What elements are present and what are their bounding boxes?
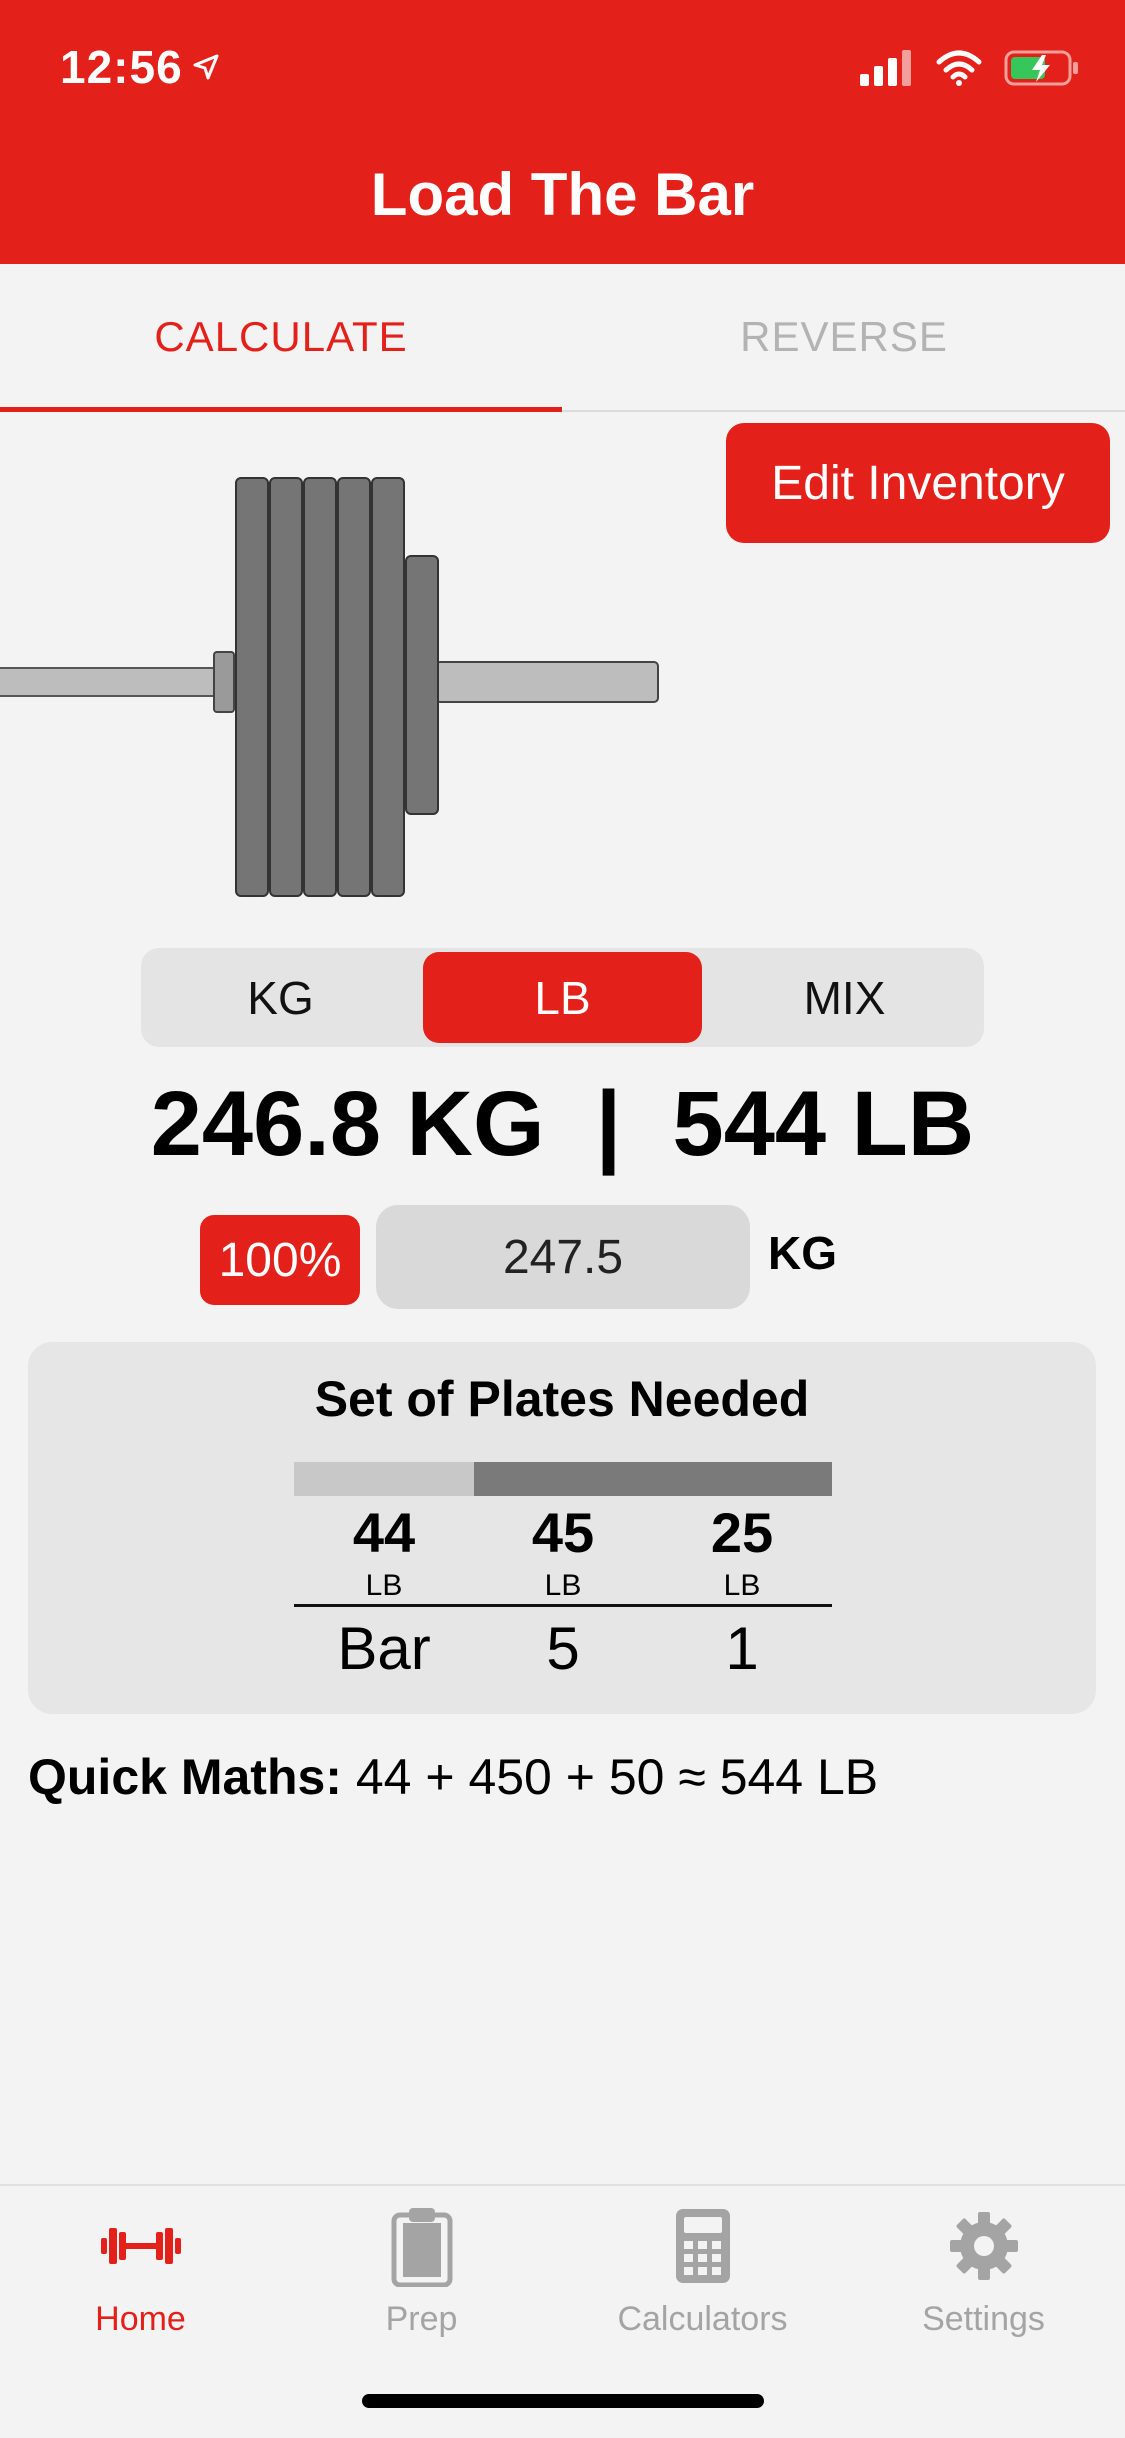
tab-calculate[interactable]: CALCULATE <box>0 264 562 410</box>
plate-weight: 45 <box>531 1501 595 1564</box>
tabbar-label: Prep <box>385 2300 458 2338</box>
status-time-text: 12:56 <box>60 41 183 93</box>
plates-card-title: Set of Plates Needed <box>314 1371 810 1427</box>
plate-count: 5 <box>546 1615 580 1682</box>
wifi-icon <box>936 50 982 86</box>
plate-unit: LB <box>365 1569 403 1602</box>
home-indicator[interactable] <box>362 2394 764 2408</box>
status-indicators <box>860 46 1080 90</box>
tabbar-item-home[interactable]: Home <box>0 2198 281 2348</box>
plate-unit: LB <box>723 1569 761 1602</box>
plate-color-strip <box>474 1462 832 1496</box>
plate-weight: 25 <box>710 1501 774 1564</box>
active-tab-indicator <box>0 407 562 412</box>
tabbar-label: Settings <box>922 2300 1045 2338</box>
quick-maths-expression: 44 + 450 + 50 ≈ 544 LB <box>341 1749 879 1805</box>
weight-input-unit: KG <box>768 1227 837 1279</box>
battery-charging-icon <box>1004 50 1078 86</box>
unit-option-mix[interactable]: MIX <box>705 952 984 1043</box>
status-time: 12:56 <box>60 40 221 94</box>
plate-column-25: 25 LB <box>652 1500 832 1603</box>
unit-option-lb[interactable]: LB <box>423 952 702 1043</box>
plate-count: Bar <box>337 1615 431 1682</box>
location-arrow-icon <box>193 54 219 80</box>
plate-column-45: 45 LB <box>473 1500 653 1603</box>
clipboard-icon <box>391 2208 452 2287</box>
plate-count: 1 <box>725 1615 759 1682</box>
bar-color-strip <box>294 1462 474 1496</box>
plate-unit: LB <box>544 1569 582 1602</box>
unit-option-kg[interactable]: KG <box>141 952 420 1043</box>
mode-tabs: CALCULATE REVERSE <box>0 264 1125 412</box>
plate-column-bar: 44 LB <box>294 1500 474 1603</box>
quick-maths-label: Quick Maths: <box>28 1749 342 1805</box>
tabbar-item-prep[interactable]: Prep <box>281 2198 562 2348</box>
edit-inventory-button[interactable]: Edit Inventory <box>726 423 1110 543</box>
tabbar-label: Calculators <box>617 2300 788 2338</box>
quick-maths: Quick Maths: 44 + 450 + 50 ≈ 544 LB <box>28 1748 878 1806</box>
barbell-icon <box>100 2228 181 2264</box>
tab-reverse[interactable]: REVERSE <box>563 264 1125 410</box>
tabbar-label: Home <box>95 2300 186 2338</box>
barbell-illustration <box>0 477 659 897</box>
tabbar-item-calculators[interactable]: Calculators <box>562 2198 843 2348</box>
plate-weight: 44 <box>352 1501 416 1564</box>
total-weight: 246.8 KG | 544 LB <box>150 1073 975 1175</box>
calculator-icon <box>675 2209 730 2283</box>
navigation-header: 12:56 Load The Bar <box>0 0 1125 264</box>
cellular-signal-icon <box>860 50 911 86</box>
percent-button[interactable]: 100% <box>200 1215 360 1305</box>
app-title: Load The Bar <box>370 161 755 228</box>
weight-input[interactable]: 247.5 <box>376 1205 750 1309</box>
gear-icon <box>949 2212 1018 2280</box>
plates-needed-card: Set of Plates Needed 44 LB 45 LB 25 LB B… <box>28 1342 1096 1714</box>
plates-divider <box>294 1604 832 1607</box>
tabbar-item-settings[interactable]: Settings <box>843 2198 1124 2348</box>
unit-selector: KG LB MIX <box>141 948 984 1047</box>
